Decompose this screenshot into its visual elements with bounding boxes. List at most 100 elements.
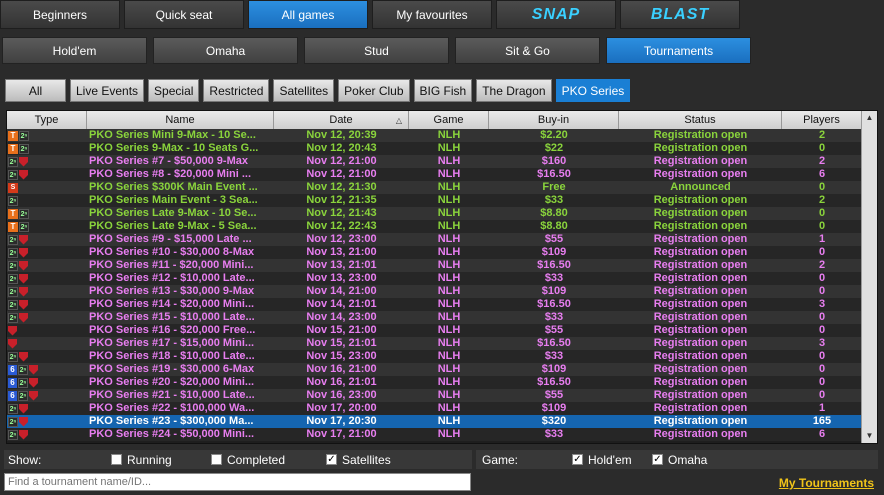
table-row[interactable]: 2ⁿ PKO Series Main Event - 3 Sea... Nov 12…	[7, 194, 862, 207]
top-tab-4[interactable]: SNAP	[496, 0, 616, 29]
sub-tab-3[interactable]: Sit & Go	[455, 37, 600, 64]
table-row[interactable]: 2ⁿ PKO Series #14 - $20,000 Mini... Nov 14…	[7, 298, 862, 311]
type-cell: 2ⁿ	[7, 402, 87, 415]
ticket-icon: T	[8, 130, 18, 141]
buyin-cell: $33	[544, 194, 564, 206]
game-checkbox-0[interactable]: ✓ Hold'em	[572, 453, 652, 467]
filter-1[interactable]: Live Events	[70, 79, 145, 102]
table-row[interactable]: 2ⁿ PKO Series #24 - $50,000 Mini... Nov 17…	[7, 428, 862, 441]
type-cell: 2ⁿ	[7, 311, 87, 324]
col-date-header[interactable]: Date △	[274, 111, 409, 129]
second-chance-icon: 2ⁿ	[8, 260, 18, 271]
game-cell: NLH	[437, 428, 461, 440]
checkbox-icon[interactable]: ✓	[652, 454, 663, 465]
sub-tab-2[interactable]: Stud	[304, 37, 449, 64]
filter-8[interactable]: PKO Series	[555, 79, 631, 102]
buyin-cell: $320	[541, 415, 567, 427]
table-row[interactable]: 2ⁿ PKO Series #23 - $300,000 Ma... Nov 17,…	[7, 415, 862, 428]
table-row[interactable]: 2ⁿ PKO Series #13 - $30,000 9-Max Nov 14, …	[7, 285, 862, 298]
date-cell: Nov 15, 23:00	[306, 350, 377, 362]
players-cell: 0	[818, 311, 826, 323]
vertical-scrollbar[interactable]: ▲ ▼	[861, 111, 877, 443]
filter-7[interactable]: The Dragon	[476, 79, 552, 102]
table-row[interactable]: T 2ⁿ PKO Series Late 9-Max - 5 Sea... Nov 1…	[7, 220, 862, 233]
col-game-header[interactable]: Game	[409, 111, 489, 129]
game-cell: NLH	[437, 207, 461, 219]
buyin-cell: $55	[544, 324, 564, 336]
show-checkbox-2[interactable]: ✓ Satellites	[326, 453, 446, 467]
second-chance-icon: 2ⁿ	[8, 416, 18, 427]
second-chance-icon: 2ⁿ	[8, 286, 18, 297]
name-cell: PKO Series #13 - $30,000 9-Max	[89, 285, 255, 297]
top-tab-2[interactable]: All games	[248, 0, 368, 29]
filter-bar: All Live Events Special Restricted Satellite…	[5, 79, 631, 102]
table-row[interactable]: 2ⁿ PKO Series #7 - $50,000 9-Max Nov 12, 2…	[7, 155, 862, 168]
buyin-cell: $16.50	[537, 337, 571, 349]
name-cell: PKO Series #17 - $15,000 Mini...	[89, 337, 255, 349]
filter-0[interactable]: All	[5, 79, 66, 102]
show-checkbox-1[interactable]: Completed	[211, 453, 326, 467]
status-cell: Registration open	[653, 337, 748, 349]
checkbox-icon[interactable]	[211, 454, 222, 465]
filter-6[interactable]: BIG Fish	[413, 79, 473, 102]
show-label: Show:	[8, 452, 42, 467]
table-body: T 2ⁿ PKO Series Mini 9-Max - 10 Se... Nov 1…	[7, 129, 862, 441]
table-row[interactable]: 2ⁿ PKO Series #9 - $15,000 Late ... Nov 12…	[7, 233, 862, 246]
type-cell: 2ⁿ	[7, 259, 87, 272]
table-row[interactable]: PKO Series #17 - $15,000 Mini... Nov 15, …	[7, 337, 862, 350]
table-row[interactable]: T 2ⁿ PKO Series Late 9-Max - 10 Se... Nov 1…	[7, 207, 862, 220]
bounty-shield-icon	[19, 156, 28, 167]
table-row[interactable]: T 2ⁿ PKO Series Mini 9-Max - 10 Se... Nov 1…	[7, 129, 862, 142]
filter-5[interactable]: Poker Club	[338, 79, 410, 102]
my-tournaments-link[interactable]: My Tournaments	[779, 476, 874, 490]
show-filter-bar: Show: Running Completed ✓ Satellites	[4, 450, 472, 469]
filter-3[interactable]: Restricted	[203, 79, 270, 102]
table-row[interactable]: 6 2ⁿ PKO Series #20 - $20,000 Mini... Nov 1…	[7, 376, 862, 389]
col-players-header[interactable]: Players	[782, 111, 862, 129]
game-checkbox-1[interactable]: ✓ Omaha	[652, 453, 732, 467]
table-row[interactable]: S PKO Series $300K Main Event ... Nov 12, …	[7, 181, 862, 194]
table-row[interactable]: 2ⁿ PKO Series #22 - $100,000 Wa... Nov 17,…	[7, 402, 862, 415]
col-status-header[interactable]: Status	[619, 111, 782, 129]
type-cell: 2ⁿ	[7, 298, 87, 311]
name-cell: PKO Series #20 - $20,000 Mini...	[89, 376, 255, 388]
table-row[interactable]: 2ⁿ PKO Series #10 - $30,000 8-Max Nov 13, …	[7, 246, 862, 259]
table-row[interactable]: 2ⁿ PKO Series #15 - $10,000 Late... Nov 14…	[7, 311, 862, 324]
date-cell: Nov 12, 23:00	[306, 233, 377, 245]
show-checkbox-0[interactable]: Running	[111, 453, 211, 467]
col-type-header[interactable]: Type	[7, 111, 87, 129]
scroll-down-icon[interactable]: ▼	[862, 429, 877, 443]
filter-4[interactable]: Satellites	[273, 79, 335, 102]
table-row[interactable]: PKO Series #16 - $20,000 Free... Nov 15, …	[7, 324, 862, 337]
ticket-icon: T	[8, 221, 18, 232]
table-row[interactable]: T 2ⁿ PKO Series 9-Max - 10 Seats G... Nov 1…	[7, 142, 862, 155]
scroll-up-icon[interactable]: ▲	[862, 111, 877, 125]
table-row[interactable]: 2ⁿ PKO Series #8 - $20,000 Mini ... Nov 12…	[7, 168, 862, 181]
checkbox-icon[interactable]: ✓	[326, 454, 337, 465]
six-max-icon: 6	[8, 390, 17, 401]
col-name-header[interactable]: Name	[87, 111, 274, 129]
game-cell: NLH	[437, 285, 461, 297]
sub-tab-0[interactable]: Hold'em	[2, 37, 147, 64]
checkbox-icon[interactable]	[111, 454, 122, 465]
sub-tab-4[interactable]: Tournaments	[606, 37, 751, 64]
filter-2[interactable]: Special	[148, 79, 200, 102]
table-row[interactable]: 6 2ⁿ PKO Series #21 - $10,000 Late... Nov 1…	[7, 389, 862, 402]
tournament-search-input[interactable]	[4, 473, 471, 491]
checkbox-icon[interactable]: ✓	[572, 454, 583, 465]
top-tab-5[interactable]: BLAST	[620, 0, 740, 29]
table-row[interactable]: 6 2ⁿ PKO Series #19 - $30,000 6-Max Nov 16,…	[7, 363, 862, 376]
players-cell: 0	[818, 142, 826, 154]
bounty-shield-icon	[19, 312, 28, 323]
table-row[interactable]: 2ⁿ PKO Series #18 - $10,000 Late... Nov 15…	[7, 350, 862, 363]
second-chance-icon: 2ⁿ	[8, 312, 18, 323]
top-tab-3[interactable]: My favourites	[372, 0, 492, 29]
date-cell: Nov 14, 23:00	[306, 311, 377, 323]
table-row[interactable]: 2ⁿ PKO Series #11 - $20,000 Mini... Nov 13…	[7, 259, 862, 272]
top-tab-0[interactable]: Beginners	[0, 0, 120, 29]
table-row[interactable]: 2ⁿ PKO Series #12 - $10,000 Late... Nov 13…	[7, 272, 862, 285]
buyin-cell: $16.50	[537, 298, 571, 310]
col-buyin-header[interactable]: Buy-in	[489, 111, 619, 129]
sub-tab-1[interactable]: Omaha	[153, 37, 298, 64]
top-tab-1[interactable]: Quick seat	[124, 0, 244, 29]
